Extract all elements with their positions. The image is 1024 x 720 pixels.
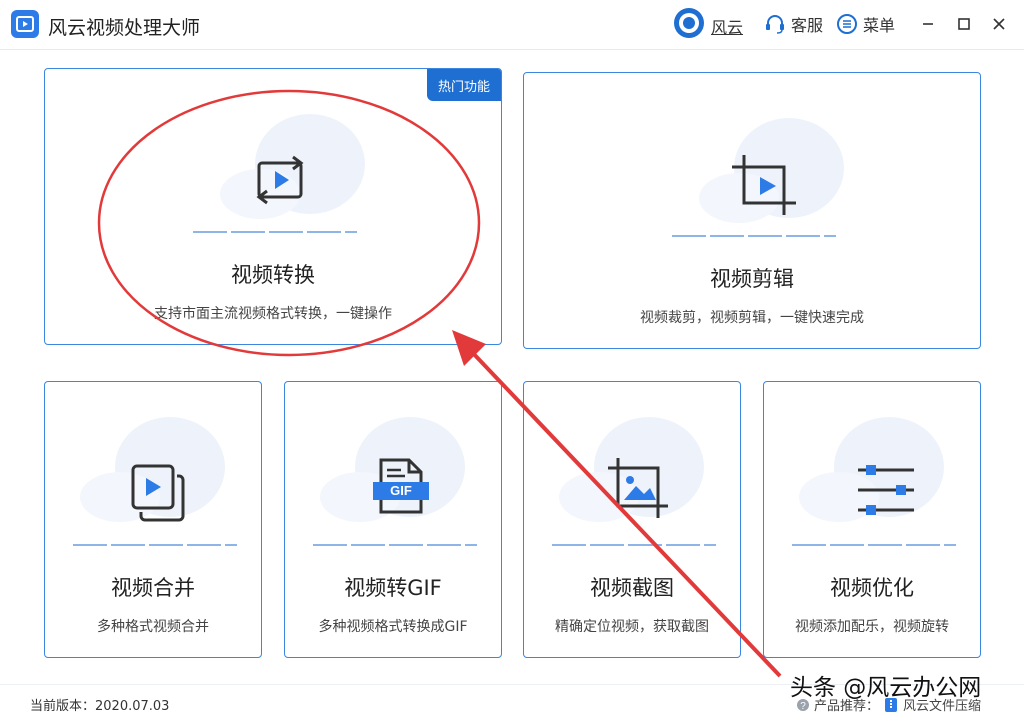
convert-video-icon: [256, 155, 304, 205]
card-video-edit[interactable]: 视频剪辑 视频裁剪，视频剪辑，一键快速完成: [523, 72, 981, 349]
svg-text:?: ?: [800, 701, 806, 712]
maximize-icon: [958, 18, 970, 30]
card-title: 视频转换: [231, 263, 315, 287]
card-video-convert[interactable]: 视频转换 支持市面主流视频格式转换，一键操作 热门功能: [44, 68, 502, 345]
maximize-button[interactable]: [954, 14, 974, 34]
customer-service-label: 客服: [791, 16, 824, 35]
brand-link[interactable]: 风云: [672, 8, 744, 40]
minimize-icon: [923, 23, 933, 25]
watermark-text: 头条 @风云办公网: [790, 675, 982, 701]
card-title: 视频剪辑: [710, 267, 794, 291]
headset-icon: [766, 15, 784, 34]
card-description: 视频裁剪，视频剪辑，一键快速完成: [640, 310, 864, 326]
sliders-icon: [858, 465, 914, 515]
card-video-merge[interactable]: 视频合并 多种格式视频合并: [44, 381, 262, 658]
divider-dashes: [792, 544, 956, 546]
divider-dashes: [73, 544, 237, 546]
divider-dashes: [313, 544, 477, 546]
minimize-button[interactable]: [918, 14, 938, 34]
card-description: 精确定位视频，获取截图: [555, 619, 709, 635]
app-logo-icon: [11, 10, 39, 38]
close-button[interactable]: [989, 14, 1009, 34]
merge-video-icon: [131, 464, 185, 522]
card-video-optimize[interactable]: 视频优化 视频添加配乐，视频旋转: [763, 381, 981, 658]
brand-label: 风云: [711, 18, 744, 37]
card-title: 视频合并: [111, 576, 195, 600]
divider-dashes: [193, 231, 357, 233]
menu-icon: [837, 14, 857, 34]
card-video-to-gif[interactable]: GIF 视频转GIF 多种视频格式转换成GIF: [284, 381, 502, 658]
gif-icon-label: GIF: [390, 483, 412, 498]
version-label: 当前版本：2020.07.03: [30, 699, 170, 714]
card-title: 视频优化: [830, 576, 914, 600]
card-description: 多种格式视频合并: [97, 619, 209, 635]
card-description: 支持市面主流视频格式转换，一键操作: [154, 306, 392, 322]
card-video-screenshot[interactable]: 视频截图 精确定位视频，获取截图: [523, 381, 741, 658]
hot-feature-badge: 热门功能: [427, 69, 501, 101]
divider-dashes: [672, 235, 836, 237]
card-title: 视频截图: [590, 576, 674, 600]
title-bar: 风云视频处理大师 风云 客服 菜单: [0, 0, 1024, 50]
screenshot-icon: [608, 458, 668, 518]
close-icon: [993, 18, 1005, 30]
customer-service-button[interactable]: 客服: [764, 12, 823, 36]
brand-logo-icon: [674, 8, 704, 38]
menu-label: 菜单: [863, 16, 896, 35]
app-title: 风云视频处理大师: [48, 17, 201, 39]
card-description: 多种视频格式转换成GIF: [318, 619, 468, 635]
menu-button[interactable]: 菜单: [836, 12, 895, 36]
crop-video-icon: [732, 155, 796, 215]
divider-dashes: [552, 544, 716, 546]
card-title: 视频转GIF: [344, 576, 442, 600]
card-description: 视频添加配乐，视频旋转: [795, 619, 949, 635]
gif-file-icon: GIF: [371, 456, 431, 518]
